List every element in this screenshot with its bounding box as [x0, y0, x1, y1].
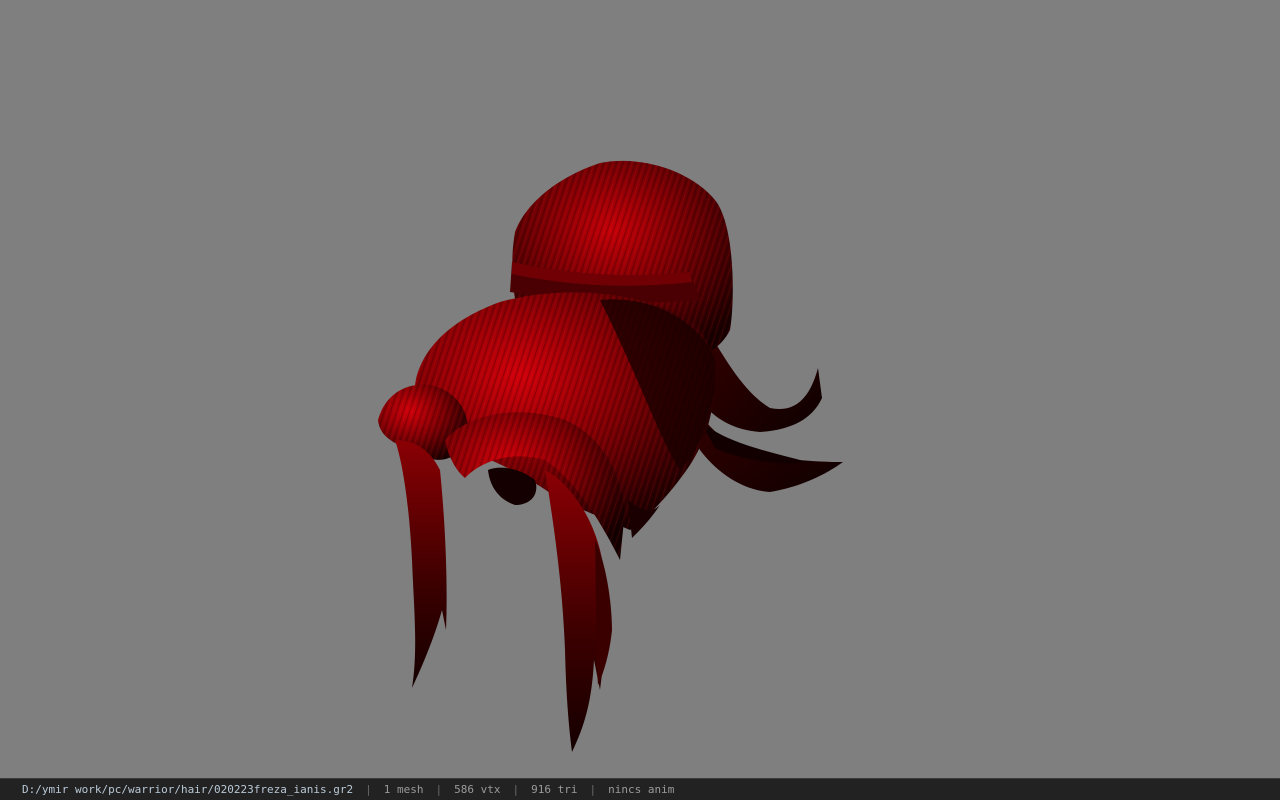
left-lock [378, 384, 469, 688]
vertex-count: 586 vtx [454, 783, 501, 796]
triangle-count: 916 tri [531, 783, 578, 796]
3d-viewport[interactable] [0, 0, 1280, 778]
hair-model [378, 160, 843, 752]
status-separator: | [365, 783, 372, 796]
status-separator: | [512, 783, 520, 796]
anim-status: nincs anim [608, 783, 675, 796]
status-separator: | [589, 783, 597, 796]
mesh-count: 1 mesh [383, 783, 424, 796]
status-bar: D:/ymir work/pc/warrior/hair/020223freza… [0, 778, 1280, 800]
status-separator: | [435, 783, 443, 796]
file-path: D:/ymir work/pc/warrior/hair/020223freza… [22, 783, 354, 796]
